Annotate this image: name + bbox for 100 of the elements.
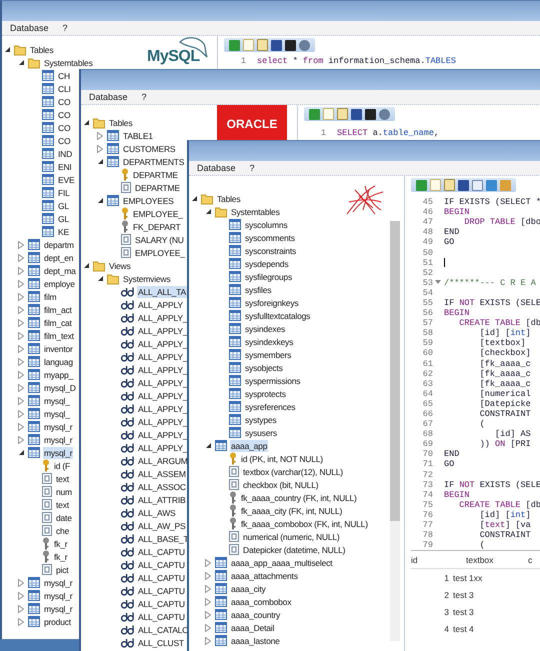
collapsed-arrow-icon[interactable]	[18, 618, 24, 626]
expanded-arrow-icon[interactable]	[205, 208, 212, 215]
tree-item[interactable]: ALL_ASSEM	[137, 468, 187, 480]
expanded-arrow-icon[interactable]	[205, 442, 212, 449]
tree-item[interactable]: mysql_	[43, 408, 71, 420]
tree-item[interactable]: ALL_APPLY_	[137, 402, 188, 414]
tree-item[interactable]: EMPLOYEE_	[134, 246, 186, 258]
tree-item[interactable]: ALL_APPLY_	[137, 390, 188, 402]
expanded-arrow-icon[interactable]	[83, 119, 90, 126]
tree-item[interactable]: CO	[57, 96, 72, 108]
collapsed-arrow-icon[interactable]	[205, 572, 211, 580]
fold-arrow-icon[interactable]	[435, 280, 441, 286]
menu-item[interactable]: Database	[189, 163, 242, 173]
tree-item[interactable]: sysindexkeys	[244, 336, 294, 348]
tree-item[interactable]: fk_aaaa_country (FK, int, NULL)	[240, 492, 358, 504]
tree-item[interactable]: CO	[57, 122, 72, 134]
tree-item[interactable]: Tables	[29, 44, 54, 56]
tree-item[interactable]: ALL_APPLY_	[137, 312, 188, 324]
tree-item[interactable]: sysindexes	[244, 322, 286, 334]
collapsed-arrow-icon[interactable]	[18, 254, 24, 262]
collapsed-arrow-icon[interactable]	[18, 592, 24, 600]
tree-item[interactable]: ALL_ALL_TA	[137, 286, 187, 298]
tree-item[interactable]: CLI	[57, 82, 72, 94]
tree-item[interactable]: numerical (numeric, NULL)	[242, 530, 341, 542]
tree-item[interactable]: ALL_APPLY_	[137, 442, 188, 454]
tree-item[interactable]: ALL_BASE_T	[137, 532, 190, 544]
tree-item[interactable]: mysql_r	[43, 602, 74, 614]
expanded-arrow-icon[interactable]	[97, 197, 104, 204]
collapsed-arrow-icon[interactable]	[18, 240, 24, 248]
tree-item[interactable]: FK_DEPART	[132, 220, 182, 232]
tree-item[interactable]: text	[55, 498, 70, 510]
collapsed-arrow-icon[interactable]	[205, 598, 211, 606]
tree-item[interactable]: KE	[57, 226, 70, 238]
tree-item[interactable]: mysql_r	[43, 434, 74, 446]
tree-item[interactable]: film_act	[43, 304, 73, 316]
tree-item[interactable]: inventor	[43, 342, 74, 354]
tree-item[interactable]: ALL_APPLY_	[137, 416, 188, 428]
tree-item[interactable]: dept_ma	[43, 264, 77, 276]
tree-item[interactable]: sysfilegroups	[244, 270, 294, 282]
tree-item[interactable]: film_cat	[43, 316, 73, 328]
tree-item[interactable]: ALL_APPLY_	[137, 350, 188, 362]
collapsed-arrow-icon[interactable]	[205, 636, 211, 644]
tree-item[interactable]: id (PK, int, NOT NULL)	[240, 452, 324, 464]
expanded-arrow-icon[interactable]	[191, 195, 198, 202]
collapsed-arrow-icon[interactable]	[205, 584, 211, 592]
tree-item[interactable]: textbox (varchar(12), NULL)	[242, 466, 344, 478]
tree-item[interactable]: mysql_D	[43, 382, 77, 394]
tree-item[interactable]: myapp_	[43, 368, 74, 380]
tree-item[interactable]: ALL_ATTRIB	[137, 494, 186, 506]
tree-item[interactable]: EVE	[57, 174, 76, 186]
tree-item[interactable]: ALL_AW_PS	[137, 520, 186, 532]
tree-item[interactable]: Systemtables	[43, 56, 94, 68]
tree-item[interactable]: CH	[57, 70, 71, 82]
tree-item[interactable]: EMPLOYEES	[122, 194, 175, 206]
tree-item[interactable]: Datepicker (datetime, NULL)	[242, 544, 346, 556]
tree-item[interactable]: CO	[57, 134, 72, 146]
tree-item[interactable]: CO	[57, 108, 72, 120]
tree-item[interactable]: fk_aaaa_city (FK, int, NULL)	[240, 504, 344, 516]
tree-item[interactable]: sysforeignkeys	[244, 296, 300, 308]
tree-item[interactable]: sysconstraints	[244, 244, 298, 256]
collapsed-arrow-icon[interactable]	[18, 358, 24, 366]
tree-item[interactable]: mysql_r	[43, 590, 74, 602]
collapsed-arrow-icon[interactable]	[18, 422, 24, 430]
tree-item[interactable]: FIL	[57, 186, 71, 198]
tree-item[interactable]: sysprotects	[244, 388, 287, 400]
tree-item[interactable]: TABLE1	[122, 130, 154, 142]
tree-item[interactable]: ALL_AWS	[137, 506, 176, 518]
tree-item[interactable]: DEPARTME	[134, 182, 181, 194]
tree-item[interactable]: dept_en	[43, 252, 74, 264]
tree-item[interactable]: systypes	[244, 414, 278, 426]
tree-item[interactable]: ALL_CATALO	[137, 624, 190, 636]
tree-item[interactable]: fk_r	[53, 550, 68, 562]
tree-item[interactable]: ALL_CAPTU	[137, 572, 186, 584]
tree-item[interactable]: mysql_r	[43, 420, 74, 432]
menu-item[interactable]: Database	[2, 23, 55, 33]
tree-item[interactable]: aaaa_city	[230, 582, 267, 594]
column-header[interactable]: id	[411, 554, 466, 565]
collapsed-arrow-icon[interactable]	[18, 384, 24, 392]
column-header[interactable]: textbox	[466, 554, 528, 565]
expanded-arrow-icon[interactable]	[97, 275, 104, 282]
tree-item[interactable]: aaaa_app	[230, 440, 268, 452]
tree-item[interactable]: IND	[57, 148, 74, 160]
expanded-arrow-icon[interactable]	[97, 158, 104, 165]
tree-item[interactable]: GL	[57, 200, 70, 212]
tree-item[interactable]: Systemtables	[230, 206, 281, 218]
scrollbar[interactable]	[390, 221, 400, 641]
tree-item[interactable]: Systemviews	[122, 272, 172, 284]
expanded-arrow-icon[interactable]	[4, 46, 11, 53]
tree-item[interactable]: fk_r	[53, 538, 68, 550]
collapsed-arrow-icon[interactable]	[18, 436, 24, 444]
tree-item[interactable]: ALL_CAPTU	[137, 610, 186, 622]
collapsed-arrow-icon[interactable]	[18, 318, 24, 326]
collapsed-arrow-icon[interactable]	[18, 280, 24, 288]
tree-item[interactable]: ALL_APPLY_	[137, 364, 188, 376]
tree-item[interactable]: mysql_r	[43, 446, 74, 458]
tree-item[interactable]: che	[55, 524, 70, 536]
tree-item[interactable]: Views	[108, 260, 132, 272]
tree-item[interactable]: fk_aaaa_combobox (FK, int, NULL)	[240, 518, 369, 530]
tree-item[interactable]: syspermissions	[244, 374, 302, 386]
collapsed-arrow-icon[interactable]	[97, 144, 103, 152]
